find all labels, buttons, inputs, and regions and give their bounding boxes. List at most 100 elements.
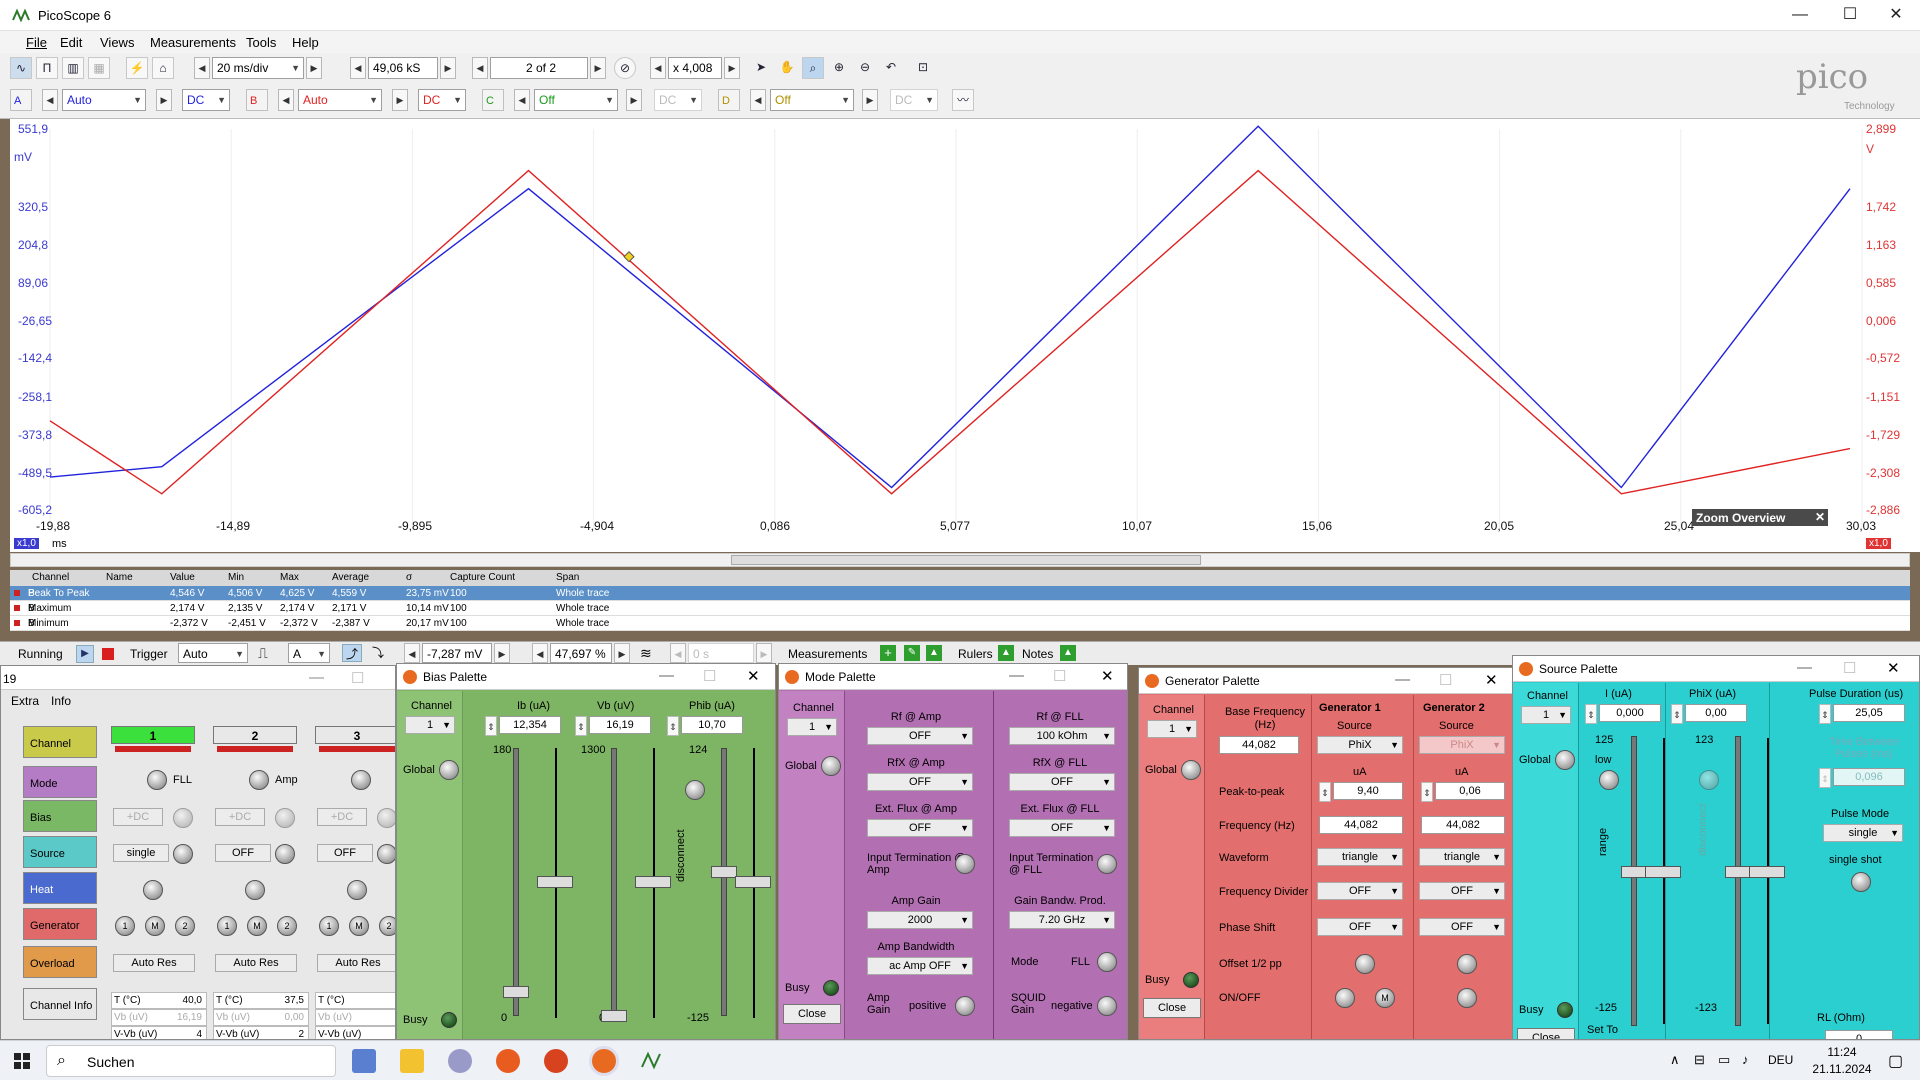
run-button[interactable]: ▶ [76, 645, 94, 663]
bias-close-icon[interactable]: ✕ [747, 667, 760, 685]
mode-global-knob[interactable] [821, 756, 841, 776]
gen2-source-select[interactable]: PhiX ▼ [1419, 736, 1505, 754]
col-span[interactable]: Span [556, 572, 579, 583]
mode-right-select[interactable]: OFF ▼ [1009, 819, 1115, 837]
zoom-select-icon[interactable]: ⌕ [802, 57, 824, 79]
ch-d-range-next[interactable]: ▶ [862, 89, 878, 111]
pretrigger-next[interactable]: ▶ [614, 643, 630, 663]
bias-maximize[interactable]: ☐ [703, 667, 716, 685]
zoom-next-button[interactable]: ▶ [724, 57, 740, 79]
timebase-prev-button[interactable]: ◀ [194, 57, 210, 79]
phib-coarse-track[interactable] [721, 748, 727, 1016]
source-close-icon[interactable]: ✕ [1887, 659, 1900, 677]
bias-select[interactable]: +DC [317, 808, 367, 826]
generator-knob[interactable]: M [349, 916, 369, 936]
mode-right-select[interactable]: 7.20 GHz ▼ [1009, 911, 1115, 929]
trigger-level-input[interactable]: -7,287 mV [422, 643, 492, 663]
generator-knob[interactable]: 1 [319, 916, 339, 936]
add-measurement-icon[interactable]: + [880, 645, 896, 661]
channel-window-maximize[interactable]: ☐ [351, 669, 364, 687]
col-capture-count[interactable]: Capture Count [450, 572, 515, 583]
channel-window-minimize[interactable]: — [309, 669, 324, 686]
tray-chevron-icon[interactable]: ∧ [1670, 1052, 1680, 1068]
file-explorer-icon[interactable] [400, 1049, 424, 1073]
trigger-advanced-icon[interactable]: ≋ [640, 645, 652, 662]
phib-coarse-thumb[interactable] [711, 866, 737, 878]
trigger-channel-select[interactable]: A ▼ [288, 643, 330, 663]
channel-number-button[interactable]: 2 [213, 726, 297, 744]
taskbar-app-3-icon[interactable] [448, 1049, 472, 1073]
ib-fine-thumb[interactable] [537, 876, 573, 888]
compass-icon[interactable]: ⊘ [614, 57, 636, 79]
source-close-button[interactable]: Close [1517, 1028, 1575, 1039]
source-minimize[interactable]: — [1797, 659, 1812, 676]
menu-tools[interactable]: Tools [246, 35, 276, 50]
col-average[interactable]: Average [332, 572, 369, 583]
generator-knob[interactable]: 2 [175, 916, 195, 936]
channel-number-button[interactable]: 1 [111, 726, 195, 744]
clock-date[interactable]: 21.11.2024 [1808, 1062, 1876, 1076]
channel-a-button[interactable]: A [10, 89, 32, 111]
phib-stepper[interactable]: ⇕ [667, 716, 679, 736]
channel-b-button[interactable]: B [246, 89, 268, 111]
mode-close-icon[interactable]: ✕ [1101, 667, 1114, 685]
col-name[interactable]: Name [106, 572, 133, 583]
squid-gain-sign-knob[interactable] [1097, 996, 1117, 1016]
phib-input[interactable]: 10,70 [681, 716, 743, 734]
gen2-p2p-input[interactable]: 0,06 [1435, 782, 1505, 800]
gen1-p2p-input[interactable]: 9,40 [1333, 782, 1403, 800]
page-indicator[interactable]: 2 of 2 [490, 57, 588, 79]
ch-d-range-prev[interactable]: ◀ [750, 89, 766, 111]
single-shot-knob[interactable] [1851, 872, 1871, 892]
notifications-icon[interactable]: ▢ [1888, 1051, 1903, 1071]
heat-knob[interactable] [347, 880, 367, 900]
vb-fine-thumb[interactable] [635, 876, 671, 888]
current-stepper[interactable]: ⇕ [1585, 704, 1597, 724]
left-axis-multiplier[interactable]: x1,0 [14, 538, 39, 549]
generator-knob[interactable]: M [247, 916, 267, 936]
overload-select[interactable]: Auto Res [215, 954, 297, 972]
overload-select[interactable]: Auto Res [317, 954, 395, 972]
source-knob[interactable] [173, 844, 193, 864]
right-axis-multiplier[interactable]: x1,0 [1866, 538, 1891, 549]
zoom-fit-icon[interactable]: ⊡ [912, 57, 934, 79]
ch-b-range-prev[interactable]: ◀ [278, 89, 294, 111]
gen2-p2p-stepper[interactable]: ⇕ [1421, 782, 1433, 802]
generator-close-icon[interactable]: ✕ [1485, 671, 1498, 689]
generator-close-button[interactable]: Close [1143, 998, 1201, 1018]
current-coarse-thumb[interactable] [1621, 866, 1647, 878]
taskbar-app-5-icon[interactable] [544, 1049, 568, 1073]
network-icon[interactable]: ⊟ [1694, 1052, 1705, 1068]
ib-coarse-track[interactable] [513, 748, 519, 1016]
source-select[interactable]: OFF [215, 844, 271, 862]
gen2-waveform-select[interactable]: triangle ▼ [1419, 848, 1505, 866]
gen2-frequency-input[interactable]: 44,082 [1421, 816, 1505, 834]
undo-zoom-icon[interactable]: ↶ [880, 57, 902, 79]
taskbar-app-1-icon[interactable] [352, 1049, 376, 1073]
display-icon[interactable]: ▭ [1718, 1052, 1730, 1068]
phix-stepper[interactable]: ⇕ [1671, 704, 1683, 724]
zoom-factor[interactable]: x 4,008 [668, 57, 722, 79]
bias-global-knob[interactable] [439, 760, 459, 780]
phix-coarse-thumb[interactable] [1725, 866, 1751, 878]
stop-button[interactable] [102, 648, 114, 660]
trigger-level-next[interactable]: ▶ [494, 643, 510, 663]
ch-b-range-next[interactable]: ▶ [392, 89, 408, 111]
current-fine-thumb[interactable] [1645, 866, 1681, 878]
ch-b-range-select[interactable]: Auto ▼ [298, 89, 382, 111]
ch-b-coupling-select[interactable]: DC ▼ [418, 89, 466, 111]
generator-knob[interactable]: M [145, 916, 165, 936]
mode-channel-select[interactable]: 1 ▼ [787, 718, 837, 736]
picoscope-taskbar-icon[interactable] [640, 1049, 664, 1073]
zoom-prev-button[interactable]: ◀ [650, 57, 666, 79]
source-maximize[interactable]: ☐ [1843, 659, 1856, 677]
mode-left-select[interactable]: ac Amp OFF ▼ [867, 957, 973, 975]
channel-d-button[interactable]: D [718, 89, 740, 111]
measurement-row[interactable]: B Maximum 2,174 V 2,135 V 2,174 V 2,171 V 10,1… [10, 601, 1910, 616]
gen1-onoff-knob[interactable] [1335, 988, 1355, 1008]
gen2-phase-select[interactable]: OFF ▼ [1419, 918, 1505, 936]
amp-gain-sign-knob[interactable] [955, 996, 975, 1016]
gen1-phase-select[interactable]: OFF ▼ [1317, 918, 1403, 936]
ib-stepper[interactable]: ⇕ [485, 716, 497, 736]
gen1-master-knob[interactable]: M [1375, 988, 1395, 1008]
